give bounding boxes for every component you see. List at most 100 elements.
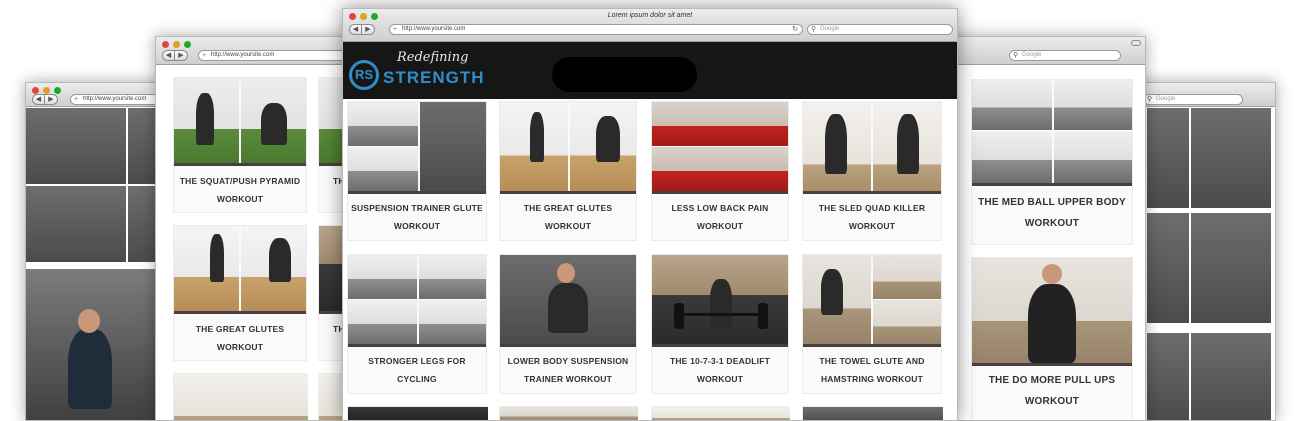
back-button[interactable]: ◀ <box>162 50 175 61</box>
browser-window-back-right: ⚲ Google THE MED BALL UPPER BODY WORKOUT T… <box>940 36 1146 421</box>
workout-photo[interactable] <box>1191 108 1271 208</box>
search-field[interactable]: ⚲ Google <box>1009 50 1121 61</box>
workout-photo[interactable] <box>1147 333 1189 420</box>
workout-photo[interactable] <box>1147 213 1189 323</box>
nav-buttons: ◀ ▶ <box>349 24 375 35</box>
zoom-icon[interactable] <box>54 87 61 94</box>
browser-window-far-right: ⚲ Google <box>1138 82 1276 421</box>
nav-buttons: ◀ ▶ <box>32 94 58 105</box>
site-logo-wordmark[interactable]: STRENGTH <box>383 68 485 88</box>
site-logo-mark[interactable]: RS <box>349 60 379 90</box>
workout-card[interactable]: STRONGER LEGS FOR CYCLING <box>347 254 487 394</box>
workout-card[interactable]: THE DO MORE PULL UPS WORKOUT <box>971 257 1133 420</box>
workout-photo <box>174 78 239 163</box>
workout-photo <box>348 147 418 191</box>
card-thumbnail <box>803 255 941 347</box>
workout-photo <box>570 102 636 191</box>
workout-card[interactable] <box>651 406 790 420</box>
workout-card[interactable]: THE SLED QUAD KILLER WORKOUT <box>802 101 942 241</box>
browser-toolbar: ⚲ Google <box>941 37 1145 65</box>
browser-toolbar: ◀ ▶ + http://www.yoursite.com <box>156 37 364 65</box>
minimize-icon[interactable] <box>173 41 180 48</box>
url-text: http://www.yoursite.com <box>211 52 275 58</box>
card-caption: THE SQUAT/PUSH PYRAMID WORKOUT <box>174 172 306 212</box>
workout-photo <box>174 374 308 420</box>
person-figure <box>269 238 291 282</box>
person-figure <box>548 283 588 333</box>
address-bar[interactable]: + http://www.yoursite.com ↻ <box>389 24 803 35</box>
close-icon[interactable] <box>32 87 39 94</box>
card-caption: THE SLED QUAD KILLER WORKOUT <box>803 196 941 240</box>
window-resize-icon[interactable] <box>1131 40 1141 46</box>
plate-graphic <box>674 303 684 329</box>
back-button[interactable]: ◀ <box>32 94 45 105</box>
browser-window-far-left: ◀ ▶ + http://www.yoursite.com <box>25 82 165 421</box>
workout-photo <box>500 255 636 344</box>
caption-line: THE SQUAT/PUSH PYRAMID <box>179 176 301 186</box>
workout-card[interactable] <box>802 406 943 420</box>
forward-button[interactable]: ▶ <box>175 50 188 61</box>
workout-card[interactable]: THE TOWEL GLUTE AND HAMSTRING WORKOUT <box>802 254 942 394</box>
reload-icon[interactable]: ↻ <box>792 25 798 34</box>
caption-line: WORKOUT <box>1024 396 1080 407</box>
add-bookmark-icon[interactable]: + <box>74 95 78 104</box>
card-thumbnail <box>972 80 1132 186</box>
mockup-stage: ◀ ▶ + http://www.yoursite.com ⚲ Google ◀ ▶ +… <box>0 0 1300 421</box>
card-caption: THE TOWEL GLUTE AND HAMSTRING WORKOUT <box>803 349 941 393</box>
workout-card[interactable]: SUSPENSION TRAINER GLUTE WORKOUT <box>347 101 487 241</box>
workout-card[interactable]: LESS LOW BACK PAIN WORKOUT <box>651 101 789 241</box>
workout-photo <box>348 102 418 146</box>
person-figure <box>897 114 919 174</box>
workout-photo[interactable] <box>26 108 126 184</box>
barbell-graphic <box>674 313 768 316</box>
workout-photo <box>419 255 486 299</box>
browser-toolbar: ⚲ Google <box>1139 83 1275 107</box>
address-bar[interactable]: + http://www.yoursite.com <box>198 50 358 61</box>
workout-photo[interactable] <box>26 186 126 262</box>
minimize-icon[interactable] <box>43 87 50 94</box>
workout-photo <box>348 300 417 344</box>
card-thumbnail <box>500 102 636 194</box>
workout-photo <box>348 407 488 420</box>
workout-photo <box>803 102 871 191</box>
nav-buttons: ◀ ▶ <box>162 50 188 61</box>
workout-card[interactable]: THE MED BALL UPPER BODY WORKOUT <box>971 79 1133 245</box>
card-caption: SUSPENSION TRAINER GLUTE WORKOUT <box>348 196 486 240</box>
workout-photo <box>972 258 1132 363</box>
caption-line: THE 10-7-3-1 DEADLIFT <box>669 356 771 366</box>
card-thumbnail <box>348 255 486 347</box>
workout-photo[interactable] <box>1147 108 1189 208</box>
caption-line: WORKOUT <box>544 221 592 231</box>
close-icon[interactable] <box>162 41 169 48</box>
card-thumbnail <box>500 255 636 347</box>
search-placeholder: Google <box>1156 96 1176 102</box>
workout-card[interactable] <box>347 406 488 420</box>
add-bookmark-icon[interactable]: + <box>202 51 206 60</box>
search-field[interactable]: ⚲ Google <box>1143 94 1243 105</box>
workout-photo[interactable] <box>26 269 164 420</box>
zoom-icon[interactable] <box>184 41 191 48</box>
person-figure <box>1028 284 1076 363</box>
caption-line: WORKOUT <box>696 221 744 231</box>
caption-line: WORKOUT <box>848 221 896 231</box>
workout-photo[interactable] <box>1191 213 1271 323</box>
workout-card[interactable]: THE SQUAT/PUSH PYRAMID WORKOUT <box>173 77 307 213</box>
forward-button[interactable]: ▶ <box>362 24 375 35</box>
workout-card[interactable]: LOWER BODY SUSPENSION TRAINER WORKOUT <box>499 254 637 394</box>
search-field[interactable]: ⚲ Google <box>807 24 953 35</box>
workout-card[interactable] <box>173 373 308 420</box>
person-figure <box>196 93 214 145</box>
back-button[interactable]: ◀ <box>349 24 362 35</box>
caption-line: THE SLED QUAD KILLER <box>818 203 926 213</box>
workout-photo <box>241 78 306 163</box>
workout-photo <box>873 255 941 299</box>
add-bookmark-icon[interactable]: + <box>393 25 397 34</box>
workout-card[interactable] <box>499 406 638 420</box>
workout-card[interactable]: THE GREAT GLUTES WORKOUT <box>499 101 637 241</box>
workout-card[interactable]: THE GREAT GLUTES WORKOUT <box>173 225 307 361</box>
address-bar[interactable]: + http://www.yoursite.com <box>70 94 162 105</box>
forward-button[interactable]: ▶ <box>45 94 58 105</box>
workout-card[interactable]: THE 10-7-3-1 DEADLIFT WORKOUT <box>651 254 789 394</box>
workout-photo <box>652 255 788 344</box>
workout-photo[interactable] <box>1191 333 1271 420</box>
